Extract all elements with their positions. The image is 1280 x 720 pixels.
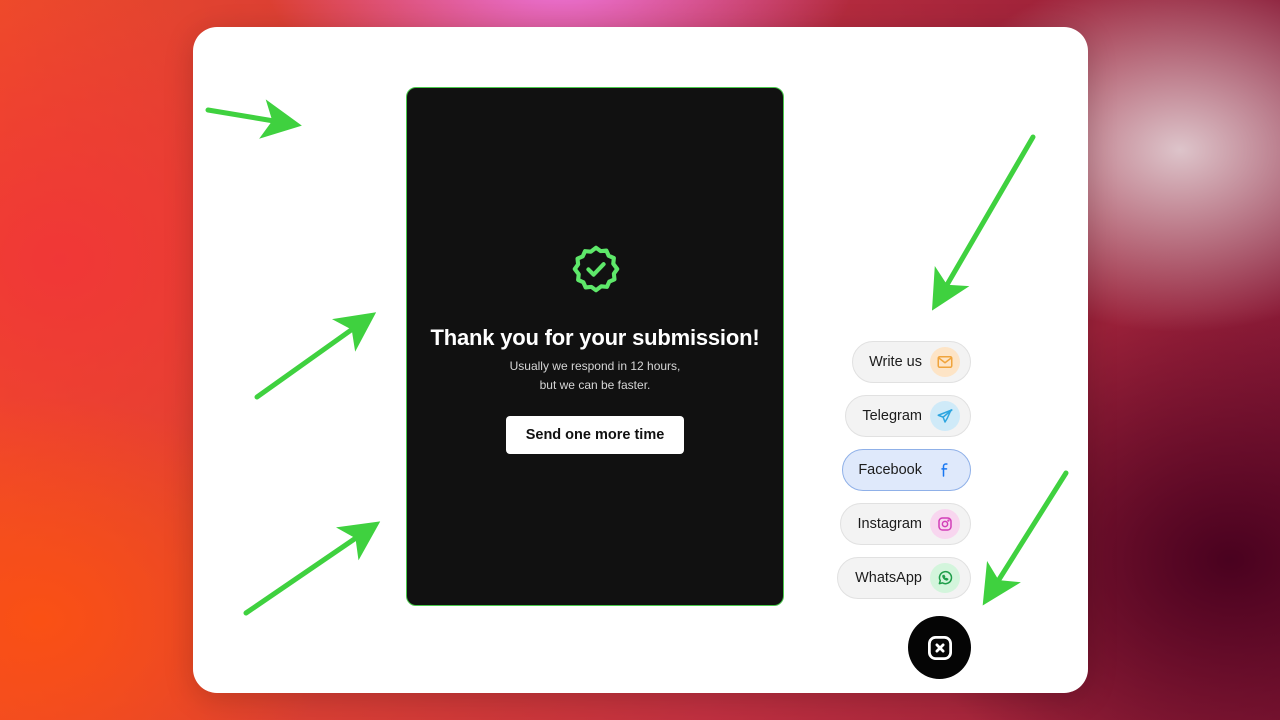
mail-icon <box>930 347 960 377</box>
confirmation-subtitle-line-2: but we can be faster. <box>539 378 651 392</box>
contact-label: Telegram <box>862 408 922 424</box>
contact-label: Write us <box>869 354 922 370</box>
send-again-button[interactable]: Send one more time <box>506 416 684 454</box>
contact-instagram-button[interactable]: Instagram <box>840 503 971 545</box>
contact-whatsapp-button[interactable]: WhatsApp <box>837 557 971 599</box>
telegram-icon <box>930 401 960 431</box>
close-icon <box>927 635 952 660</box>
contact-label: WhatsApp <box>855 570 922 586</box>
close-widget-button[interactable] <box>908 616 971 679</box>
confirmation-panel: Thank you for your submission! Usually w… <box>406 87 784 606</box>
confirmation-title: Thank you for your submission! <box>430 325 760 350</box>
contact-label: Instagram <box>857 516 922 532</box>
facebook-icon <box>930 455 960 485</box>
contact-facebook-button[interactable]: Facebook <box>842 449 971 491</box>
verified-badge-check-icon <box>572 245 620 293</box>
whatsapp-icon <box>930 563 960 593</box>
instagram-icon <box>930 509 960 539</box>
contact-label: Facebook <box>858 462 922 478</box>
confirmation-subtitle-line-1: Usually we respond in 12 hours, <box>509 359 681 373</box>
contact-telegram-button[interactable]: Telegram <box>845 395 971 437</box>
contact-write-us-button[interactable]: Write us <box>852 341 971 383</box>
